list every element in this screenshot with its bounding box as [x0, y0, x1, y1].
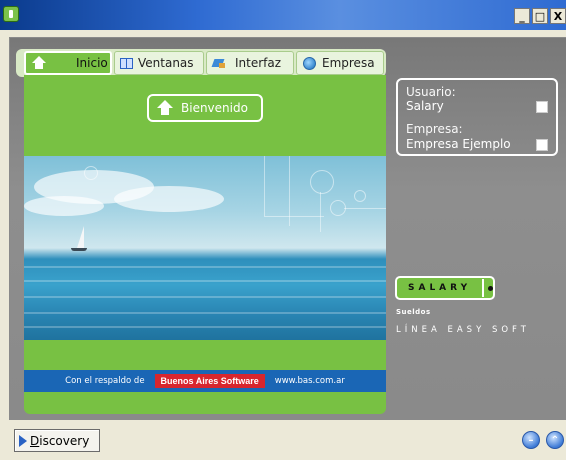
- usuario-checkbox[interactable]: [536, 101, 548, 113]
- sponsor-prefix: Con el respaldo de: [65, 376, 145, 386]
- tab-empresa-label: Empresa: [322, 56, 375, 70]
- linea-easy-soft-label: LÍNEA EASY SOFT: [396, 325, 530, 335]
- ocean-banner-image: [24, 156, 386, 340]
- play-icon: [19, 434, 27, 447]
- discovery-button[interactable]: Discovery: [14, 429, 100, 452]
- sueldos-label: Sueldos: [396, 308, 431, 316]
- empresa-value: Empresa Ejemplo: [406, 137, 511, 151]
- salary-logo: SALARY: [395, 276, 495, 300]
- interface-icon: [213, 57, 227, 69]
- window-icon: [120, 57, 133, 69]
- tab-interfaz[interactable]: Interfaz: [206, 51, 294, 75]
- minus-circle-icon: –: [528, 434, 534, 446]
- tab-interfaz-label: Interfaz: [235, 56, 282, 70]
- salary-logo-divider: [482, 279, 485, 297]
- chevron-up-circle-icon: ⌃: [550, 434, 560, 446]
- sailboat-icon: [77, 226, 84, 248]
- home-icon: [32, 56, 46, 70]
- globe-icon: [303, 56, 316, 70]
- maximize-button[interactable]: □: [532, 8, 548, 24]
- welcome-button[interactable]: Bienvenido: [147, 94, 263, 122]
- salary-logo-text: SALARY: [408, 283, 472, 293]
- minus-circle-button[interactable]: –: [522, 431, 540, 449]
- chevron-up-circle-button[interactable]: ⌃: [546, 431, 564, 449]
- title-bar: _ □ X: [0, 0, 566, 30]
- app-icon[interactable]: [3, 6, 19, 22]
- close-button[interactable]: X: [550, 8, 566, 24]
- sailboat-hull: [71, 248, 87, 251]
- empresa-label: Empresa:: [406, 122, 463, 136]
- bas-logo: Buenos Aires Software: [154, 374, 265, 388]
- minimize-button[interactable]: _: [514, 8, 530, 24]
- sponsor-url[interactable]: www.bas.com.ar: [275, 376, 345, 386]
- window-controls: _ □ X: [514, 8, 566, 24]
- empresa-checkbox[interactable]: [536, 139, 548, 151]
- tab-ventanas-label: Ventanas: [138, 56, 194, 70]
- usuario-value: Salary: [406, 99, 444, 113]
- tab-inicio-label: Inicio: [76, 56, 108, 70]
- tab-empresa[interactable]: Empresa: [296, 51, 384, 75]
- usuario-label: Usuario:: [406, 85, 456, 99]
- discovery-label: Discovery: [30, 433, 90, 448]
- tab-ventanas[interactable]: Ventanas: [114, 51, 204, 75]
- salary-logo-dot: [488, 285, 493, 291]
- welcome-label: Bienvenido: [181, 101, 248, 115]
- sponsor-bar: Con el respaldo de Buenos Aires Software…: [24, 370, 386, 392]
- home-icon: [157, 100, 173, 116]
- user-info-panel: Usuario: Salary Empresa: Empresa Ejemplo: [396, 78, 558, 156]
- tab-inicio[interactable]: Inicio: [24, 51, 112, 75]
